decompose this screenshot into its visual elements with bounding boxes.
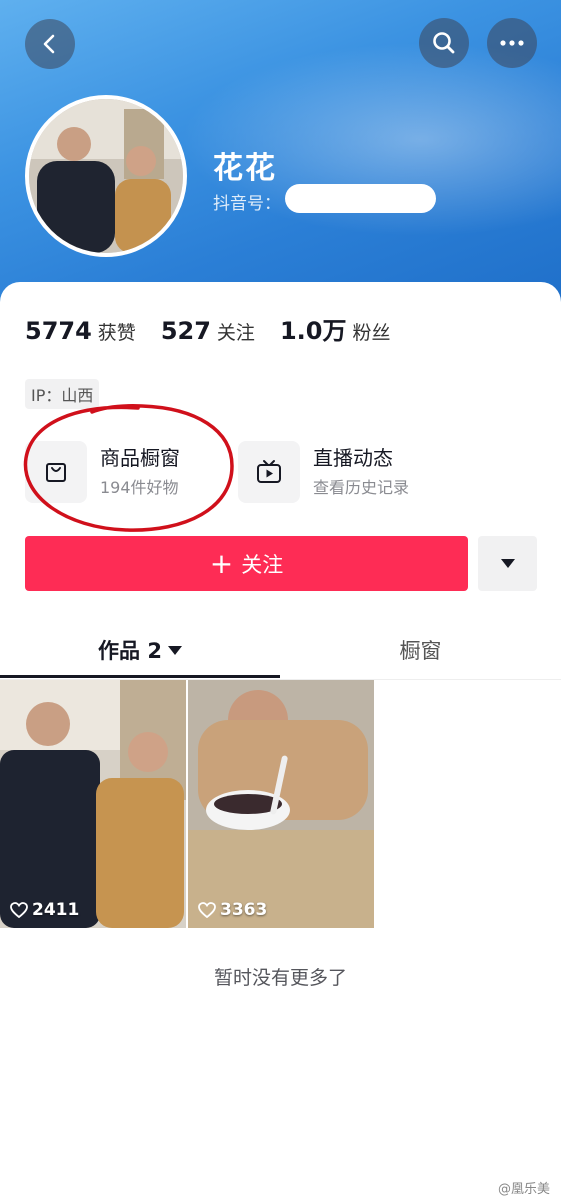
active-tab-indicator [0, 675, 280, 678]
stat-likes[interactable]: 5774 获赞 [25, 317, 136, 345]
tab-works[interactable]: 作品 2 [0, 620, 280, 680]
no-more-content-text: 暂时没有更多了 [213, 967, 347, 989]
stat-followers-value: 1.0万 [279, 317, 347, 345]
video-thumbnail[interactable]: 2411 [0, 680, 186, 928]
avatar-photo [29, 99, 183, 253]
live-history-subtitle: 查看历史记录 [313, 478, 410, 497]
recommend-dropdown-button[interactable] [478, 536, 537, 591]
heart-icon [198, 902, 216, 918]
caret-down-icon [500, 559, 515, 568]
video-cover-image [0, 680, 186, 928]
douyin-id-label: 抖音号： [213, 194, 281, 214]
live-history-entry[interactable]: 直播动态 查看历史记录 [238, 441, 409, 503]
shop-window-subtitle: 194件好物 [100, 478, 179, 497]
tab-works-label: 作品 2 [98, 639, 162, 663]
stat-followers[interactable]: 1.0万 粉丝 [280, 311, 391, 346]
more-dots-icon [500, 40, 524, 46]
more-button[interactable] [487, 18, 537, 68]
search-button[interactable] [419, 18, 469, 68]
stat-following[interactable]: 527 关注 [161, 317, 255, 345]
tab-shop-window[interactable]: 橱窗 [280, 620, 561, 680]
stat-likes-value: 5774 [25, 317, 92, 345]
shop-window-title: 商品橱窗 [100, 446, 180, 470]
video-like-count: 2411 [10, 900, 79, 920]
shop-window-entry[interactable]: 商品橱窗 194件好物 [25, 441, 180, 503]
plus-icon: + [209, 546, 234, 580]
ip-location-tag: IP：山西 [25, 379, 100, 409]
douyin-id-redaction [285, 184, 436, 213]
caret-down-icon [167, 645, 182, 655]
video-thumbnail[interactable]: 3363 [188, 680, 374, 928]
stat-following-label: 关注 [216, 322, 255, 344]
watermark-text: @凰乐美 [498, 1182, 551, 1197]
follow-button[interactable]: + 关注 [25, 536, 468, 591]
live-history-title: 直播动态 [313, 446, 393, 470]
follow-button-label: 关注 [241, 552, 284, 577]
video-like-count-value: 3363 [220, 900, 268, 920]
tv-play-icon [238, 441, 300, 503]
shopping-bag-icon [25, 441, 87, 503]
profile-nickname: 花花 [213, 151, 277, 186]
search-icon [433, 32, 455, 54]
profile-stats: 5774 获赞 527 关注 1.0万 粉丝 [25, 311, 415, 346]
heart-icon [10, 902, 28, 918]
chevron-left-icon [43, 34, 55, 54]
stat-likes-label: 获赞 [97, 322, 136, 344]
stat-following-value: 527 [160, 317, 211, 345]
avatar[interactable] [25, 95, 187, 257]
tab-shop-window-label: 橱窗 [399, 639, 442, 663]
stat-followers-label: 粉丝 [352, 322, 391, 344]
video-cover-image [188, 680, 374, 928]
back-button[interactable] [25, 19, 75, 69]
profile-tabs: 作品 2 橱窗 [0, 620, 561, 680]
video-like-count: 3363 [198, 900, 267, 920]
weibo-watermark: @凰乐美 [498, 1178, 550, 1197]
video-like-count-value: 2411 [32, 900, 80, 920]
